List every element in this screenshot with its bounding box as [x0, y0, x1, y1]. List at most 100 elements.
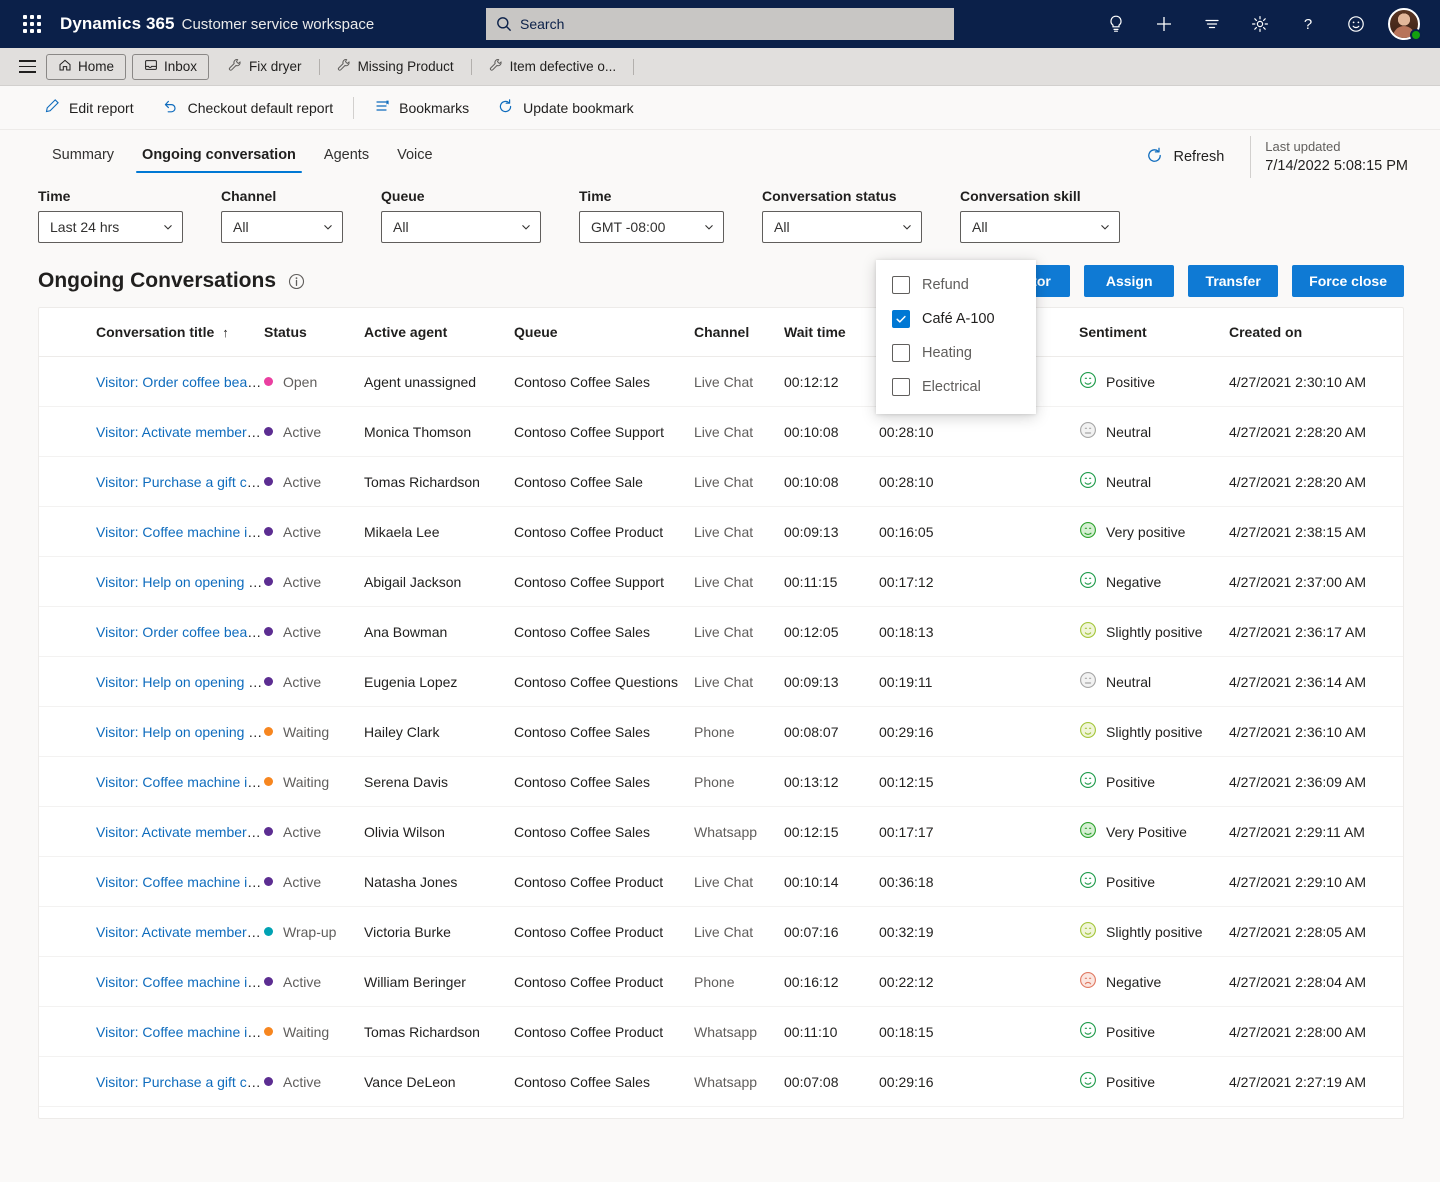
conversation-status-dropdown[interactable]: All: [762, 211, 922, 243]
session-tab-item-defective[interactable]: Item defective o...: [478, 54, 628, 80]
conversation-title-link[interactable]: Visitor: Order coffee bean s...: [96, 374, 264, 390]
table-row[interactable]: Visitor: Purchase a gift card... Active To…: [39, 456, 1403, 507]
table-row[interactable]: Visitor: Purchase a gift card...OpenAgen…: [39, 1106, 1403, 1118]
assign-button[interactable]: Assign: [1084, 265, 1175, 297]
app-launcher-icon[interactable]: [12, 4, 52, 44]
column-header-active-agent[interactable]: Active agent: [364, 308, 514, 357]
filter-icon[interactable]: [1188, 0, 1236, 48]
table-row[interactable]: Visitor: Order coffee bean s... Open Agent…: [39, 356, 1403, 407]
queue-cell: Contoso Coffee Sales: [514, 356, 694, 407]
table-row[interactable]: Visitor: Activate membersh... Wrap-up Vict…: [39, 906, 1403, 957]
table-row[interactable]: Visitor: Coffee machine issu... Active Nat…: [39, 856, 1403, 907]
column-header-sentiment[interactable]: Sentiment: [1079, 308, 1229, 357]
status-label: Waiting: [283, 1023, 330, 1040]
checkout-default-report-button[interactable]: Checkout default report: [148, 92, 348, 124]
column-header-queue[interactable]: Queue: [514, 308, 694, 357]
update-bookmark-button[interactable]: Update bookmark: [483, 92, 648, 124]
filter-label: Channel: [221, 188, 277, 204]
app-name: Customer service workspace: [181, 16, 375, 33]
skill-option-electrical[interactable]: Electrical: [876, 370, 1036, 404]
column-header-wait-time[interactable]: Wait time: [784, 308, 879, 357]
tab-ongoing-conversation[interactable]: Ongoing conversation: [128, 131, 310, 179]
conversation-skill-menu[interactable]: Refund Café A-100 Heating Electrical: [876, 260, 1036, 414]
table-header: Conversation title ↑ Status Active agent …: [39, 308, 1403, 357]
avatar[interactable]: [1380, 0, 1428, 48]
checkbox-icon[interactable]: [892, 378, 910, 396]
checkbox-checked-icon[interactable]: [892, 310, 910, 328]
sentiment-icon: [1079, 621, 1097, 642]
table-row[interactable]: Visitor: Purchase a gift card... Active Va…: [39, 1056, 1403, 1107]
sentiment-label: Positive: [1106, 773, 1156, 790]
conversation-title-link[interactable]: Visitor: Help on opening an...: [96, 724, 264, 740]
timezone-dropdown[interactable]: GMT -08:00: [579, 211, 724, 243]
conversation-title-link[interactable]: Visitor: Coffee machine issu...: [96, 774, 264, 790]
sentiment-icon: [1079, 671, 1097, 692]
status-dot: [264, 1027, 273, 1036]
conversation-title-link[interactable]: Visitor: Coffee machine issu...: [96, 1024, 264, 1040]
gear-icon[interactable]: [1236, 0, 1284, 48]
column-header-conversation-title[interactable]: Conversation title ↑: [39, 308, 264, 357]
duration-cell: 00:29:16: [879, 1056, 1079, 1107]
table-row[interactable]: Visitor: Coffee machine issu... Active Mik…: [39, 506, 1403, 557]
conversation-title-link[interactable]: Visitor: Help on opening an...: [96, 674, 264, 690]
table-row[interactable]: Visitor: Activate membersh... Active Olivi…: [39, 806, 1403, 857]
info-icon[interactable]: [288, 273, 305, 290]
time-range-dropdown[interactable]: Last 24 hrs: [38, 211, 183, 243]
conversation-title-link[interactable]: Visitor: Order coffee bean s...: [96, 624, 264, 640]
channel-cell: Whatsapp: [694, 1006, 784, 1057]
skill-option-label: Café A-100: [922, 311, 995, 327]
skill-option-caf-a-100[interactable]: Café A-100: [876, 302, 1036, 336]
session-tab-fix-dryer[interactable]: Fix dryer: [217, 54, 313, 80]
tab-voice[interactable]: Voice: [383, 131, 446, 179]
search-input[interactable]: [520, 16, 944, 32]
queue-dropdown[interactable]: All: [381, 211, 541, 243]
report-command-bar: Edit report Checkout default report Book…: [0, 86, 1440, 130]
column-header-status[interactable]: Status: [264, 308, 364, 357]
table-row[interactable]: Visitor: Order coffee bean s... Active Ana…: [39, 606, 1403, 657]
transfer-button[interactable]: Transfer: [1188, 265, 1279, 297]
session-tab-missing-product[interactable]: Missing Product: [326, 54, 465, 80]
checkbox-icon[interactable]: [892, 344, 910, 362]
conversation-title-link[interactable]: Visitor: Activate membersh...: [96, 924, 264, 940]
column-header-created-on[interactable]: Created on: [1229, 308, 1403, 357]
conversation-title-link[interactable]: Visitor: Activate membersh...: [96, 824, 264, 840]
status-label: Active: [283, 523, 322, 540]
table-row[interactable]: Visitor: Activate membersh... Active Monic…: [39, 406, 1403, 457]
skill-option-heating[interactable]: Heating: [876, 336, 1036, 370]
sentiment-label: Negative: [1106, 973, 1162, 990]
site-map-menu-icon[interactable]: [10, 50, 44, 84]
channel-dropdown[interactable]: All: [221, 211, 343, 243]
skill-option-refund[interactable]: Refund: [876, 268, 1036, 302]
table-row[interactable]: Visitor: Help on opening an... Active Abig…: [39, 556, 1403, 607]
table-row[interactable]: Visitor: Coffee machine issu... Active Wil…: [39, 956, 1403, 1007]
conversation-title-link[interactable]: Visitor: Purchase a gift card...: [96, 474, 264, 490]
channel-cell: Whatsapp: [694, 806, 784, 857]
table-row[interactable]: Visitor: Help on opening an... Waiting Hai…: [39, 706, 1403, 757]
global-search[interactable]: [486, 8, 954, 40]
tab-agents[interactable]: Agents: [310, 131, 383, 179]
conversation-title-link[interactable]: Visitor: Activate membersh...: [96, 424, 264, 440]
session-tab-inbox[interactable]: Inbox: [132, 53, 210, 80]
tab-summary[interactable]: Summary: [38, 131, 128, 179]
conversation-title-link[interactable]: Visitor: Purchase a gift card...: [96, 1074, 264, 1090]
conversation-title-link[interactable]: Visitor: Coffee machine issu...: [96, 974, 264, 990]
session-tab-home[interactable]: Home: [46, 53, 127, 80]
refresh-button[interactable]: Refresh: [1133, 139, 1237, 175]
conversation-title-link[interactable]: Visitor: Coffee machine issu...: [96, 874, 264, 890]
brand[interactable]: Dynamics 365 Customer service workspace: [60, 14, 374, 34]
conversation-title-link[interactable]: Visitor: Help on opening an...: [96, 574, 264, 590]
conversation-title-link[interactable]: Visitor: Coffee machine issu...: [96, 524, 264, 540]
smiley-icon[interactable]: [1332, 0, 1380, 48]
plus-icon[interactable]: [1140, 0, 1188, 48]
table-row[interactable]: Visitor: Coffee machine issu... Waiting To…: [39, 1006, 1403, 1057]
bookmarks-button[interactable]: Bookmarks: [360, 92, 483, 124]
help-icon[interactable]: ?: [1284, 0, 1332, 48]
lightbulb-icon[interactable]: [1092, 0, 1140, 48]
force-close-button[interactable]: Force close: [1292, 265, 1404, 297]
edit-report-button[interactable]: Edit report: [30, 92, 148, 124]
table-row[interactable]: Visitor: Help on opening an... Active Euge…: [39, 656, 1403, 707]
table-row[interactable]: Visitor: Coffee machine issu... Waiting Se…: [39, 756, 1403, 807]
conversation-skill-dropdown[interactable]: All: [960, 211, 1120, 243]
checkbox-icon[interactable]: [892, 276, 910, 294]
column-header-channel[interactable]: Channel: [694, 308, 784, 357]
